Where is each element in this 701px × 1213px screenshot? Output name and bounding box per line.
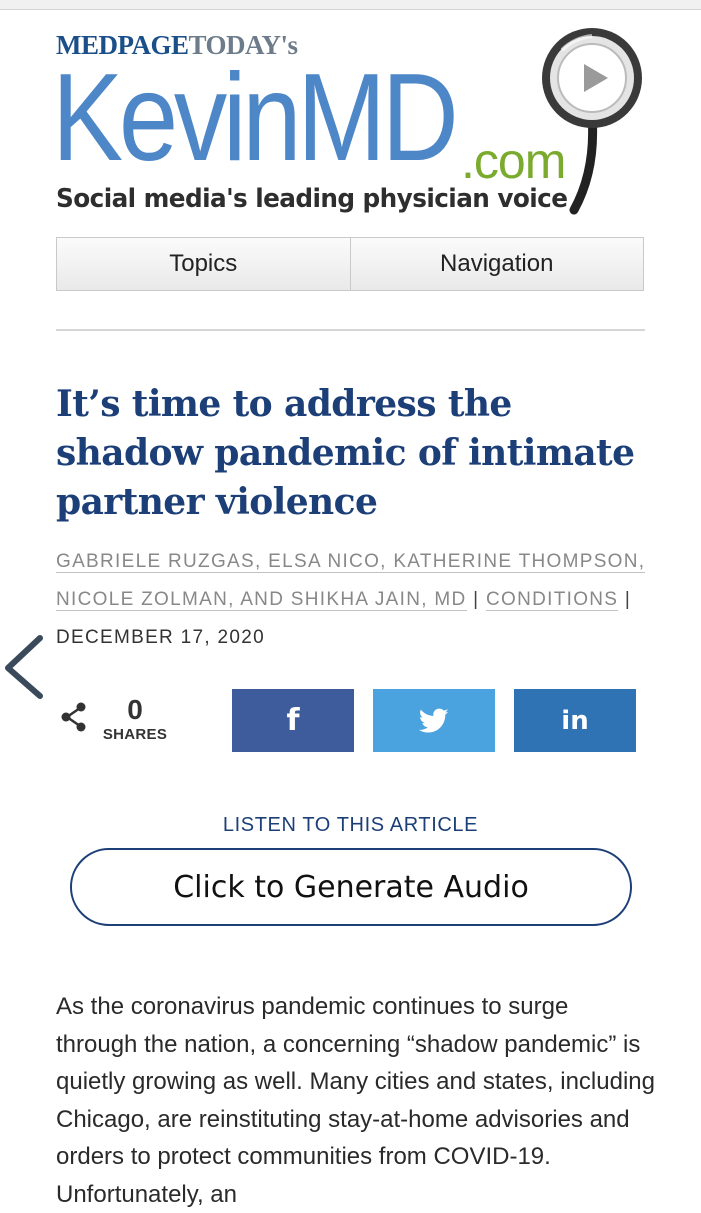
listen-label: LISTEN TO THIS ARTICLE [222, 814, 479, 836]
menu-bar: Topics Navigation [56, 237, 644, 291]
article-date: December 17, 2020 [56, 627, 266, 648]
site-logo[interactable]: MEDPAGETODAY's KevinMD .com Social media… [52, 24, 656, 224]
share-label: SHARES [102, 726, 168, 743]
facebook-share-button[interactable]: f [232, 689, 354, 752]
stethoscope-icon [542, 28, 642, 215]
article-body: As the coronavirus pandemic continues to… [56, 993, 655, 1208]
navigation-button[interactable]: Navigation [349, 238, 644, 290]
twitter-share-button[interactable] [373, 689, 495, 752]
top-browser-edge [0, 0, 701, 10]
share-counter: 0 SHARES [100, 694, 170, 743]
kevinmd-wordmark: KevinMD [52, 49, 459, 187]
topics-button[interactable]: Topics [57, 238, 350, 290]
share-icon [61, 702, 86, 732]
chevron-left-icon[interactable] [0, 632, 48, 702]
generate-audio-button[interactable]: Click to Generate Audio [70, 848, 632, 926]
linkedin-icon: in [561, 705, 589, 736]
facebook-icon: f [286, 703, 300, 738]
category-link[interactable]: Conditions [485, 589, 619, 611]
share-count: 0 [127, 694, 143, 725]
linkedin-share-button[interactable]: in [514, 689, 636, 752]
divider [56, 329, 645, 331]
logo-tagline: Social media's leading physician voice [56, 184, 568, 214]
article-title: It’s time to address the shadow pandemic… [56, 383, 635, 523]
byline-separator: | [473, 589, 480, 610]
article-byline: Gabriele Ruzgas, Elsa Nico, Katherine Th… [56, 543, 646, 657]
byline-separator: | [624, 589, 632, 610]
twitter-icon [419, 708, 449, 732]
